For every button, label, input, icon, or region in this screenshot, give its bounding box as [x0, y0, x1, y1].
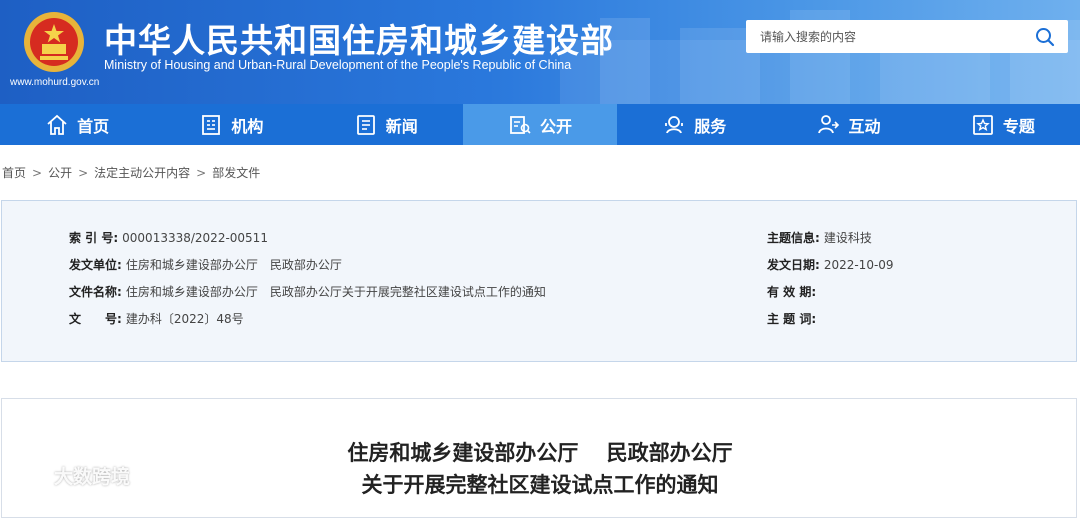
main-nav: 首页 机构 新闻 公开 服务 互动 专题: [0, 104, 1080, 145]
nav-label: 机构: [231, 116, 264, 136]
meta-validity: 有 效 期:: [767, 285, 817, 299]
breadcrumb-ministry-documents[interactable]: 部发文件: [212, 166, 260, 180]
meta-issue-date: 发文日期: 2022-10-09: [767, 258, 894, 272]
topic-icon: [972, 114, 993, 135]
nav-label: 服务: [694, 116, 727, 136]
breadcrumb-separator: >: [78, 166, 89, 180]
article-content: 住房和城乡建设部办公厅 民政部办公厅 关于开展完整社区建设试点工作的通知: [1, 398, 1077, 518]
meta-document-name: 文件名称: 住房和城乡建设部办公厅 民政部办公厅关于开展完整社区建设试点工作的通知: [69, 285, 546, 299]
watermark-logo-icon: [10, 468, 46, 482]
meta-keywords: 主 题 词:: [767, 312, 817, 326]
home-icon: [47, 114, 67, 135]
breadcrumb-statutory-content[interactable]: 法定主动公开内容: [94, 166, 190, 180]
breadcrumb-separator: >: [196, 166, 207, 180]
breadcrumb-separator: >: [32, 166, 43, 180]
watermark-text: 大数跨境: [54, 466, 131, 488]
nav-label: 公开: [539, 116, 572, 136]
nav-item-home[interactable]: 首页: [0, 104, 154, 145]
search-box: [746, 20, 1068, 53]
site-title-english: Ministry of Housing and Urban-Rural Deve…: [104, 58, 572, 72]
news-icon: [356, 114, 375, 135]
nav-item-public[interactable]: 公开: [462, 104, 618, 145]
building-icon: [202, 114, 221, 135]
nav-label: 首页: [77, 116, 110, 136]
document-metadata-panel: 索 引 号: 000013338/2022-00511 发文单位: 住房和城乡建设部…: [1, 200, 1077, 362]
meta-topic: 主题信息: 建设科技: [767, 231, 872, 245]
watermark: 大数跨境: [8, 462, 130, 489]
meta-index-number: 索 引 号: 000013338/2022-00511: [69, 231, 268, 245]
open-docs-icon: [510, 115, 531, 134]
nav-label: 互动: [848, 116, 881, 136]
nav-item-service[interactable]: 服务: [617, 104, 771, 145]
nav-item-interaction[interactable]: 互动: [771, 104, 925, 145]
interaction-icon: [817, 114, 839, 133]
site-url: www.mohurd.gov.cn: [10, 77, 100, 88]
nav-item-news[interactable]: 新闻: [309, 104, 463, 145]
meta-document-number: 文 号: 建办科〔2022〕48号: [69, 312, 244, 326]
search-input[interactable]: [746, 20, 1026, 53]
site-title[interactable]: 中华人民共和国住房和城乡建设部: [104, 14, 614, 62]
service-icon: [665, 115, 684, 133]
search-icon[interactable]: [1034, 26, 1056, 48]
breadcrumb-home[interactable]: 首页: [2, 166, 26, 180]
header-banner: www.mohurd.gov.cn 中华人民共和国住房和城乡建设部 Minist…: [0, 0, 1080, 104]
article-title-line-2: 关于开展完整社区建设试点工作的通知: [361, 473, 719, 497]
breadcrumb-public[interactable]: 公开: [48, 166, 72, 180]
nav-label: 专题: [1002, 116, 1035, 136]
nav-label: 新闻: [385, 116, 418, 136]
meta-issuing-unit: 发文单位: 住房和城乡建设部办公厅 民政部办公厅: [69, 258, 342, 272]
article-title-line-1: 住房和城乡建设部办公厅 民政部办公厅: [347, 441, 733, 465]
national-emblem-icon[interactable]: [22, 10, 86, 74]
breadcrumb: 首页 > 公开 > 法定主动公开内容 > 部发文件: [2, 164, 260, 181]
nav-item-organization[interactable]: 机构: [154, 104, 308, 145]
nav-item-topics[interactable]: 专题: [926, 104, 1080, 145]
